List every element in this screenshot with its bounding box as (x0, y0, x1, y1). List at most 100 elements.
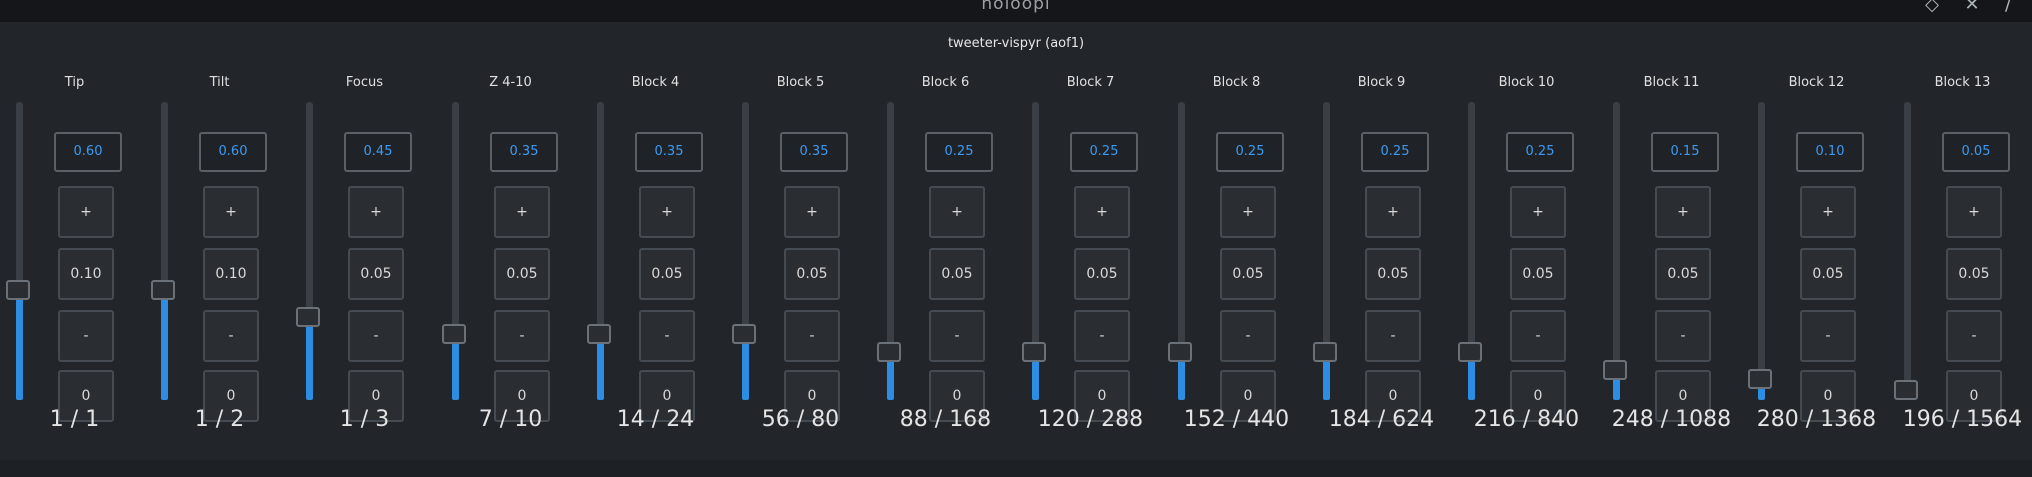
value-field[interactable]: 0.25 (1506, 132, 1574, 172)
slider-handle[interactable] (877, 342, 901, 362)
value-field[interactable]: 0.35 (490, 132, 558, 172)
channel-slider[interactable] (1458, 102, 1482, 400)
value-field[interactable]: 0.35 (635, 132, 703, 172)
value-field[interactable]: 0.45 (344, 132, 412, 172)
increment-button[interactable]: + (348, 186, 404, 238)
step-size-button[interactable]: 0.05 (929, 248, 985, 300)
mode-ratio: 1 / 3 (339, 407, 390, 432)
decrement-button[interactable]: - (494, 310, 550, 362)
channel-label: Focus (345, 75, 384, 90)
value-field[interactable]: 0.25 (1216, 132, 1284, 172)
step-size-button[interactable]: 0.05 (1655, 248, 1711, 300)
step-size-button[interactable]: 0.05 (1510, 248, 1566, 300)
decrement-button[interactable]: - (1220, 310, 1276, 362)
increment-button[interactable]: + (494, 186, 550, 238)
slash-icon[interactable]: / (1998, 0, 2018, 14)
channel-slider[interactable] (1748, 102, 1772, 400)
value-field[interactable]: 0.05 (1942, 132, 2010, 172)
channel-slider[interactable] (1894, 102, 1918, 400)
pin-icon[interactable]: ◇ (1922, 0, 1942, 14)
step-size-button[interactable]: 0.05 (494, 248, 550, 300)
increment-button[interactable]: + (58, 186, 114, 238)
window-title: holoopi (981, 0, 1051, 14)
slider-handle[interactable] (732, 324, 756, 344)
close-icon[interactable]: ✕ (1962, 0, 1982, 14)
value-field[interactable]: 0.15 (1651, 132, 1719, 172)
channel-slider[interactable] (877, 102, 901, 400)
channel-slider[interactable] (442, 102, 466, 400)
step-size-button[interactable]: 0.05 (784, 248, 840, 300)
slider-handle[interactable] (1022, 342, 1046, 362)
channel-strip: Block 12 0.10 +0.05-0 280 / 1368 (1744, 22, 1889, 460)
decrement-button[interactable]: - (58, 310, 114, 362)
value-field[interactable]: 0.25 (1361, 132, 1429, 172)
slider-handle[interactable] (1458, 342, 1482, 362)
increment-button[interactable]: + (1074, 186, 1130, 238)
slider-handle[interactable] (587, 324, 611, 344)
increment-button[interactable]: + (1946, 186, 2002, 238)
increment-button[interactable]: + (1800, 186, 1856, 238)
channel-slider[interactable] (1022, 102, 1046, 400)
decrement-button[interactable]: - (1510, 310, 1566, 362)
slider-handle[interactable] (151, 280, 175, 300)
step-size-button[interactable]: 0.05 (639, 248, 695, 300)
slider-handle[interactable] (1168, 342, 1192, 362)
slider-handle[interactable] (1603, 360, 1627, 380)
increment-button[interactable]: + (1365, 186, 1421, 238)
step-size-button[interactable]: 0.05 (1365, 248, 1421, 300)
channel-slider[interactable] (587, 102, 611, 400)
decrement-button[interactable]: - (203, 310, 259, 362)
channel-strip: Tilt 0.60 +0.10-0 1 / 2 (147, 22, 292, 460)
channel-slider[interactable] (296, 102, 320, 400)
slider-handle[interactable] (1894, 380, 1918, 400)
value-field[interactable]: 0.60 (54, 132, 122, 172)
slider-fill (306, 317, 313, 400)
step-size-button[interactable]: 0.05 (1074, 248, 1130, 300)
decrement-button[interactable]: - (1800, 310, 1856, 362)
decrement-button[interactable]: - (1074, 310, 1130, 362)
mode-ratio: 1 / 2 (194, 407, 245, 432)
increment-button[interactable]: + (1220, 186, 1276, 238)
decrement-button[interactable]: - (348, 310, 404, 362)
decrement-button[interactable]: - (639, 310, 695, 362)
increment-button[interactable]: + (929, 186, 985, 238)
channel-slider[interactable] (151, 102, 175, 400)
slider-handle[interactable] (1313, 342, 1337, 362)
decrement-button[interactable]: - (1946, 310, 2002, 362)
step-size-button[interactable]: 0.10 (58, 248, 114, 300)
step-size-button[interactable]: 0.05 (348, 248, 404, 300)
mode-ratio: 14 / 24 (616, 407, 695, 432)
step-size-button[interactable]: 0.05 (1220, 248, 1276, 300)
value-field[interactable]: 0.60 (199, 132, 267, 172)
channel-slider[interactable] (732, 102, 756, 400)
slider-handle[interactable] (296, 307, 320, 327)
mode-ratio: 248 / 1088 (1611, 407, 1732, 432)
channel-slider[interactable] (1168, 102, 1192, 400)
increment-button[interactable]: + (639, 186, 695, 238)
value-field[interactable]: 0.10 (1796, 132, 1864, 172)
value-field[interactable]: 0.35 (780, 132, 848, 172)
channel-strip: Block 4 0.35 +0.05-0 14 / 24 (583, 22, 728, 460)
value-field[interactable]: 0.25 (1070, 132, 1138, 172)
channel-slider[interactable] (6, 102, 30, 400)
channel-slider[interactable] (1603, 102, 1627, 400)
increment-button[interactable]: + (1655, 186, 1711, 238)
decrement-button[interactable]: - (929, 310, 985, 362)
step-size-button[interactable]: 0.10 (203, 248, 259, 300)
slider-handle[interactable] (1748, 369, 1772, 389)
slider-handle[interactable] (6, 280, 30, 300)
slider-handle[interactable] (442, 324, 466, 344)
channel-label: Block 7 (1066, 75, 1115, 90)
decrement-button[interactable]: - (1655, 310, 1711, 362)
increment-button[interactable]: + (203, 186, 259, 238)
channel-label: Block 5 (776, 75, 825, 90)
step-size-button[interactable]: 0.05 (1946, 248, 2002, 300)
increment-button[interactable]: + (784, 186, 840, 238)
value-field[interactable]: 0.25 (925, 132, 993, 172)
app-window: holoopi ◇ ✕ / tweeter-vispyr (aof1) Tip 0… (0, 0, 2032, 477)
decrement-button[interactable]: - (784, 310, 840, 362)
increment-button[interactable]: + (1510, 186, 1566, 238)
channel-slider[interactable] (1313, 102, 1337, 400)
step-size-button[interactable]: 0.05 (1800, 248, 1856, 300)
decrement-button[interactable]: - (1365, 310, 1421, 362)
